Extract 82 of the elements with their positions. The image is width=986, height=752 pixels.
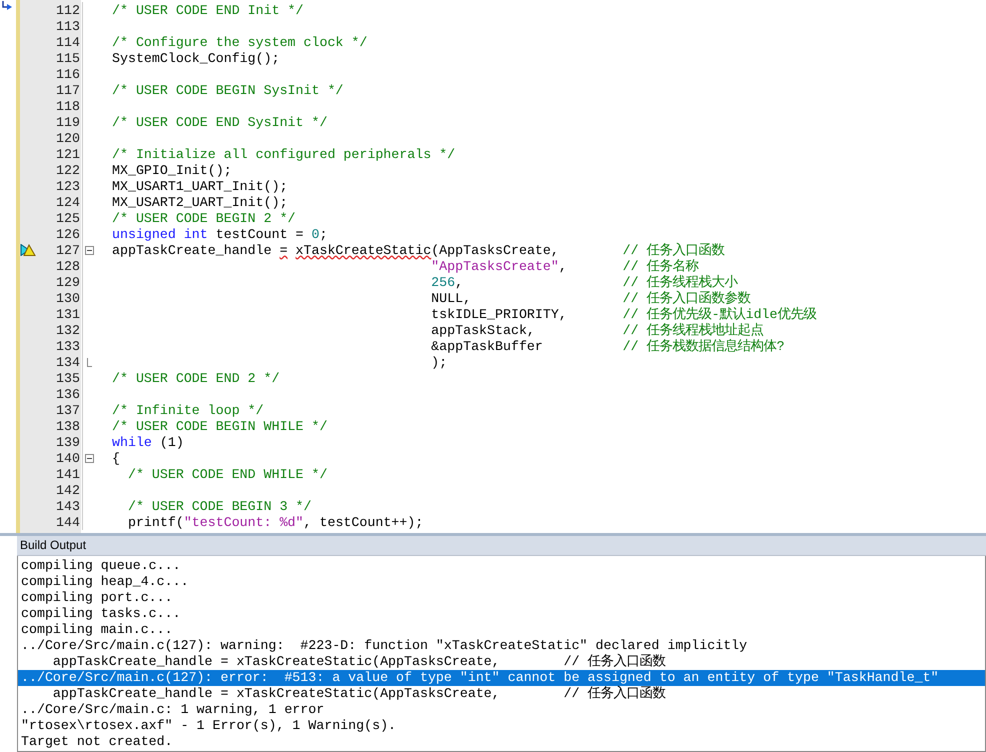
code-line: SystemClock_Config(); bbox=[112, 50, 280, 66]
code-line: while (1) bbox=[112, 434, 184, 450]
line-number: 134 bbox=[55, 354, 80, 370]
line-number: 114 bbox=[55, 34, 80, 50]
code-comment: // 任务线程栈大小 bbox=[622, 274, 738, 290]
code-line: MX_USART1_UART_Init(); bbox=[112, 178, 288, 194]
output-line[interactable]: appTaskCreate_handle = xTaskCreateStatic(AppTasksCreate, // 任务入口函数 bbox=[18, 654, 985, 670]
line-number: 129 bbox=[55, 274, 80, 290]
line-number: 115 bbox=[55, 50, 80, 66]
code-comment: // 任务线程栈地址起点 bbox=[622, 322, 764, 339]
code-argument: appTaskStack, bbox=[431, 322, 535, 338]
line-number: 125 bbox=[55, 210, 80, 226]
panel-title: Build Output bbox=[17, 536, 986, 556]
line-number: 124 bbox=[55, 194, 80, 210]
code-line: MX_USART2_UART_Init(); bbox=[112, 194, 288, 210]
code-comment: // 任务栈数据信息结构体? bbox=[622, 338, 785, 355]
line-number: 128 bbox=[55, 258, 80, 274]
arrow-icon bbox=[2, 1, 14, 11]
line-number: 137 bbox=[55, 402, 80, 418]
code-argument: NULL, bbox=[431, 290, 472, 306]
code-line: /* USER CODE END 2 */ bbox=[112, 370, 280, 386]
line-number: 126 bbox=[55, 226, 80, 242]
code-line: /* USER CODE END Init */ bbox=[112, 2, 304, 18]
line-number: 121 bbox=[55, 146, 80, 162]
line-number: 127 bbox=[55, 242, 80, 258]
line-number: 141 bbox=[55, 466, 80, 482]
line-number: 135 bbox=[55, 370, 80, 386]
line-number: 131 bbox=[55, 306, 80, 322]
line-number: 119 bbox=[55, 114, 80, 130]
line-number: 136 bbox=[55, 386, 80, 402]
code-line: /* Infinite loop */ bbox=[112, 402, 264, 418]
line-number: 130 bbox=[55, 290, 80, 306]
code-argument: 256, bbox=[431, 274, 464, 290]
code-line: /* Initialize all configured peripherals */ bbox=[112, 146, 456, 162]
code-line: { bbox=[112, 450, 120, 466]
code-argument: tskIDLE_PRIORITY, bbox=[431, 306, 567, 322]
line-number: 138 bbox=[55, 418, 80, 434]
line-number: 144 bbox=[55, 514, 80, 530]
code-line: /* USER CODE END SysInit */ bbox=[112, 114, 328, 130]
code-comment: // 任务入口函数参数 bbox=[622, 290, 751, 306]
code-comment: // 任务入口函数 bbox=[622, 242, 725, 259]
line-number: 142 bbox=[55, 482, 80, 498]
code-line: appTaskCreate_handle = xTaskCreateStatic(AppTasksCreate, bbox=[112, 242, 559, 258]
output-line[interactable]: "rtosex\rtosex.axf" - 1 Error(s), 1 Warning(s). bbox=[18, 718, 985, 734]
line-number: 117 bbox=[55, 82, 80, 98]
output-line[interactable]: Target not created. bbox=[18, 734, 985, 750]
output-line[interactable]: compiling main.c... bbox=[18, 622, 985, 638]
line-number: 139 bbox=[55, 434, 80, 450]
code-line: unsigned int testCount = 0; bbox=[112, 226, 328, 242]
line-number: 143 bbox=[55, 498, 80, 514]
line-number: 113 bbox=[55, 18, 80, 34]
output-line[interactable]: ../Core/Src/main.c: 1 warning, 1 error bbox=[18, 702, 985, 718]
output-line[interactable]: compiling tasks.c... bbox=[18, 606, 985, 622]
line-number: 116 bbox=[55, 66, 80, 82]
line-number: 122 bbox=[55, 162, 80, 178]
code-line: MX_GPIO_Init(); bbox=[112, 162, 232, 178]
line-number: 140 bbox=[55, 450, 80, 466]
output-line[interactable]: compiling heap_4.c... bbox=[18, 574, 985, 590]
output-line[interactable]: compiling queue.c... bbox=[18, 558, 985, 574]
code-comment: // 任务名称 bbox=[622, 258, 699, 275]
line-number: 123 bbox=[55, 178, 80, 194]
output-line[interactable]: compiling port.c... bbox=[18, 590, 985, 606]
code-argument: ); bbox=[431, 354, 448, 370]
output-line[interactable]: ../Core/Src/main.c(127): warning: #223-D: function "xTaskCreateStatic" declared implicitly bbox=[18, 638, 985, 654]
line-number: 120 bbox=[55, 130, 80, 146]
code-line: /* USER CODE END WHILE */ bbox=[126, 466, 328, 482]
code-argument: &appTaskBuffer bbox=[431, 338, 543, 354]
line-number: 112 bbox=[55, 2, 80, 18]
code-comment: // 任务优先级-默认idle优先级 bbox=[622, 306, 817, 322]
code-line: /* USER CODE BEGIN 3 */ bbox=[126, 498, 312, 514]
code-line: /* Configure the system clock */ bbox=[112, 34, 368, 50]
output-line[interactable]: appTaskCreate_handle = xTaskCreateStatic(AppTasksCreate, // 任务入口函数 bbox=[18, 686, 985, 702]
code-argument: "AppTasksCreate", bbox=[431, 258, 567, 274]
collapse-icon[interactable] bbox=[85, 454, 94, 462]
line-number: 118 bbox=[55, 98, 80, 114]
line-number: 133 bbox=[55, 338, 80, 354]
code-line: printf("testCount: %d", testCount++); bbox=[126, 514, 424, 530]
code-line: /* USER CODE BEGIN SysInit */ bbox=[112, 82, 344, 98]
code-line: /* USER CODE BEGIN 2 */ bbox=[112, 210, 296, 226]
collapse-icon[interactable] bbox=[85, 246, 94, 254]
line-number: 132 bbox=[55, 322, 80, 338]
code-line: /* USER CODE BEGIN WHILE */ bbox=[112, 418, 328, 434]
